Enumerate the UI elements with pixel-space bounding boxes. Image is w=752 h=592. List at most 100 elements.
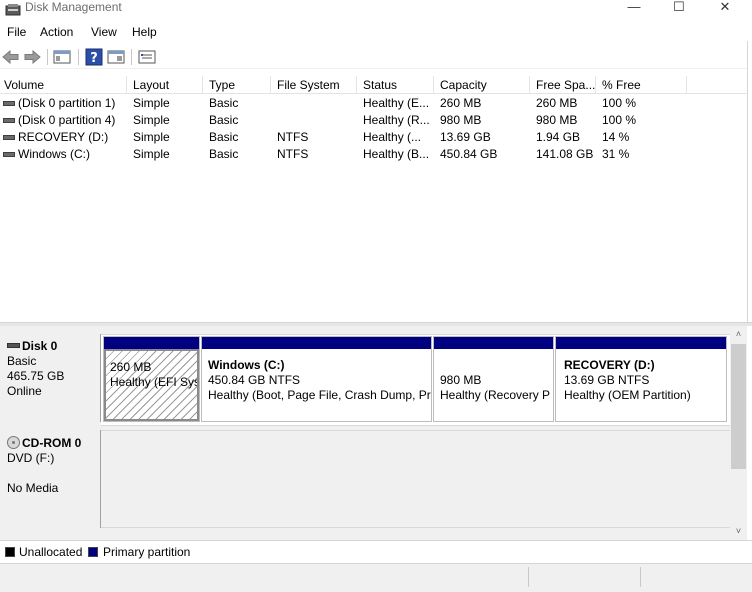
cell-free-space: 141.08 GB bbox=[536, 147, 594, 161]
cdrom-0-label[interactable]: CD-ROM 0 DVD (F:) No Media bbox=[0, 430, 101, 528]
partition-status: Healthy (Boot, Page File, Crash Dump, Pr bbox=[208, 388, 431, 402]
properties-icon[interactable] bbox=[106, 47, 126, 67]
cell-capacity: 260 MB bbox=[440, 96, 482, 110]
toolbar: ? bbox=[0, 45, 752, 69]
cell-status: Healthy (R... bbox=[363, 113, 430, 127]
volume-list[interactable]: Volume Layout Type File System Status Ca… bbox=[0, 76, 747, 322]
cell-layout: Simple bbox=[133, 147, 170, 161]
cdrom-0-title: CD-ROM 0 bbox=[7, 435, 100, 451]
cell-volume: (Disk 0 partition 4) bbox=[18, 113, 116, 127]
minimize-button[interactable]: — bbox=[611, 0, 657, 14]
partition-size: 980 MB bbox=[440, 373, 482, 387]
scroll-thumb[interactable] bbox=[731, 344, 746, 469]
cell-percent-free: 100 % bbox=[602, 96, 637, 110]
table-row[interactable]: RECOVERY (D:) Simple Basic NTFS Healthy … bbox=[0, 129, 747, 146]
cell-volume: RECOVERY (D:) bbox=[18, 130, 109, 144]
partition-efi[interactable]: 260 MB Healthy (EFI Sys bbox=[103, 336, 200, 422]
partition-recovery-d[interactable]: RECOVERY (D:) 13.69 GB NTFS Healthy (OEM… bbox=[555, 336, 727, 422]
table-row[interactable]: (Disk 0 partition 4) Simple Basic Health… bbox=[0, 112, 747, 129]
cell-status: Healthy (... bbox=[363, 130, 422, 144]
cell-capacity: 13.69 GB bbox=[440, 130, 491, 144]
unallocated-swatch bbox=[5, 547, 15, 557]
cell-percent-free: 100 % bbox=[602, 113, 637, 127]
column-header-status[interactable]: Status bbox=[357, 76, 434, 94]
disk-0-name: Disk 0 bbox=[22, 339, 58, 353]
cell-file-system: NTFS bbox=[277, 147, 309, 161]
menu-action[interactable]: Action bbox=[40, 25, 73, 39]
cell-percent-free: 31 % bbox=[602, 147, 630, 161]
cell-type: Basic bbox=[209, 130, 239, 144]
cell-status: Healthy (B... bbox=[363, 147, 430, 161]
column-header-capacity[interactable]: Capacity bbox=[434, 76, 530, 94]
partition-size: 260 MB bbox=[110, 360, 152, 374]
cell-capacity: 450.84 GB bbox=[440, 147, 498, 161]
volume-icon bbox=[3, 101, 15, 106]
cell-file-system: NTFS bbox=[277, 130, 309, 144]
partition-name: RECOVERY (D:) bbox=[564, 358, 655, 372]
maximize-button[interactable]: ☐ bbox=[656, 0, 702, 14]
menu-file[interactable]: File bbox=[7, 25, 26, 39]
column-header-volume[interactable]: Volume bbox=[0, 76, 127, 94]
cell-volume: (Disk 0 partition 1) bbox=[18, 96, 116, 110]
cell-free-space: 260 MB bbox=[536, 96, 578, 110]
column-header-file-system[interactable]: File System bbox=[271, 76, 357, 94]
cell-capacity: 980 MB bbox=[440, 113, 482, 127]
cell-status: Healthy (E... bbox=[363, 96, 430, 110]
help-icon[interactable]: ? bbox=[84, 47, 104, 67]
primary-partition-bar bbox=[104, 337, 199, 349]
disk-0-size: 465.75 GB bbox=[7, 369, 65, 383]
column-header-free-space[interactable]: Free Spa... bbox=[530, 76, 596, 94]
svg-text:?: ? bbox=[90, 51, 98, 66]
cdrom-0-name: CD-ROM 0 bbox=[22, 436, 82, 450]
title-bar: Disk Management — ☐ ✕ bbox=[0, 0, 752, 22]
cell-free-space: 980 MB bbox=[536, 113, 578, 127]
menu-help[interactable]: Help bbox=[132, 25, 157, 39]
cell-free-space: 1.94 GB bbox=[536, 130, 581, 144]
cell-layout: Simple bbox=[133, 113, 170, 127]
cell-layout: Simple bbox=[133, 96, 170, 110]
column-header-percent-free[interactable]: % Free bbox=[596, 76, 687, 94]
cell-type: Basic bbox=[209, 96, 239, 110]
cdrom-0-area[interactable] bbox=[101, 430, 730, 528]
disk-0-label[interactable]: Disk 0 Basic 465.75 GB Online bbox=[0, 334, 101, 422]
cell-layout: Simple bbox=[133, 130, 170, 144]
hard-disk-icon bbox=[7, 342, 20, 348]
status-pane bbox=[640, 567, 641, 587]
menu-bar: File Action View Help bbox=[0, 24, 752, 42]
status-pane bbox=[528, 567, 529, 587]
cell-percent-free: 14 % bbox=[602, 130, 630, 144]
volume-icon bbox=[3, 135, 15, 140]
scroll-down-button[interactable]: ˅ bbox=[730, 523, 747, 540]
close-button[interactable]: ✕ bbox=[702, 0, 748, 14]
primary-partition-bar bbox=[202, 337, 431, 349]
disk-0-state: Online bbox=[7, 384, 42, 398]
partition-status: Healthy (Recovery P bbox=[440, 388, 551, 402]
back-arrow-icon[interactable] bbox=[1, 47, 21, 67]
disk-0-title: Disk 0 bbox=[7, 339, 100, 354]
show-hide-console-tree-icon[interactable] bbox=[52, 47, 72, 67]
cell-type: Basic bbox=[209, 113, 239, 127]
toolbar-separator bbox=[47, 49, 48, 65]
column-header-type[interactable]: Type bbox=[203, 76, 271, 94]
table-row[interactable]: Windows (C:) Simple Basic NTFS Healthy (… bbox=[0, 146, 747, 163]
legend-primary-partition: Primary partition bbox=[103, 545, 191, 559]
scroll-up-button[interactable]: ˄ bbox=[730, 326, 747, 343]
partition-recovery-980mb[interactable]: 980 MB Healthy (Recovery P bbox=[433, 336, 554, 422]
forward-arrow-icon[interactable] bbox=[22, 47, 42, 67]
partition-size: 13.69 GB NTFS bbox=[564, 373, 650, 387]
toolbar-separator bbox=[131, 49, 132, 65]
graphical-view-scrollbar[interactable]: ˄ ˅ bbox=[730, 326, 747, 540]
table-row[interactable]: (Disk 0 partition 1) Simple Basic Health… bbox=[0, 95, 747, 112]
legend: Unallocated Primary partition bbox=[0, 540, 752, 562]
disk-management-app-icon bbox=[5, 4, 21, 16]
toolbar-separator bbox=[78, 49, 79, 65]
volume-icon bbox=[3, 152, 15, 157]
disk-0-type: Basic bbox=[7, 354, 37, 368]
menu-view[interactable]: View bbox=[91, 25, 117, 39]
export-list-icon[interactable] bbox=[137, 47, 157, 67]
disk-0-partitions: 260 MB Healthy (EFI Sys Windows (C:) 450… bbox=[101, 334, 730, 426]
partition-windows-c[interactable]: Windows (C:) 450.84 GB NTFS Healthy (Boo… bbox=[201, 336, 432, 422]
volume-icon bbox=[3, 118, 15, 123]
column-header-layout[interactable]: Layout bbox=[127, 76, 203, 94]
status-bar bbox=[0, 563, 752, 592]
